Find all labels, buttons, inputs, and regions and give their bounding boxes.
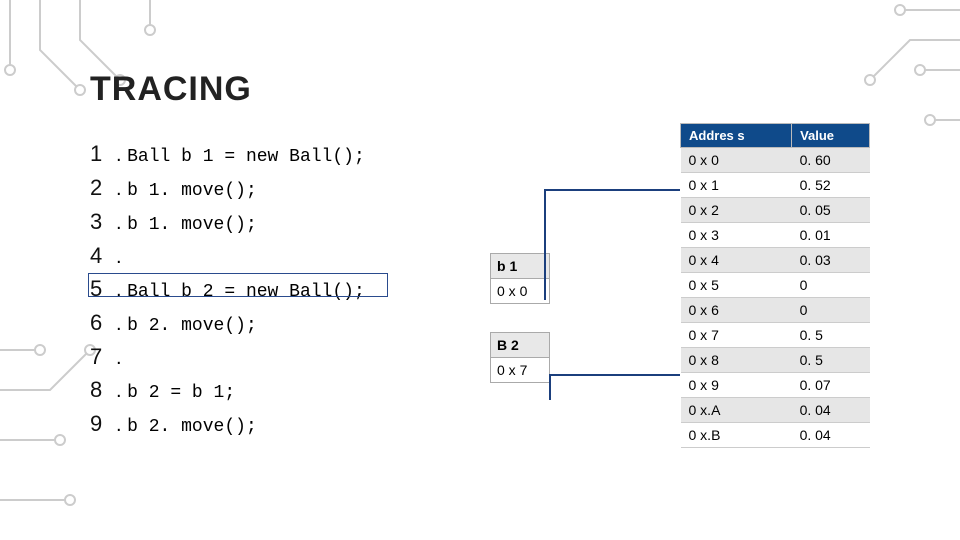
code-listing: 1. Ball b 1 = new Ball(); 2. b 1. move()… — [90, 137, 450, 441]
table-row: 0 x 70. 5 — [681, 323, 870, 348]
var-label: B 2 — [491, 333, 550, 358]
header-address: Addres s — [681, 124, 792, 148]
table-row: 0 x 40. 03 — [681, 248, 870, 273]
code-line: 2. b 1. move(); — [90, 171, 450, 205]
code-line: 9. b 2. move(); — [90, 407, 450, 441]
code-line: 3. b 1. move(); — [90, 205, 450, 239]
table-row: 0 x 50 — [681, 273, 870, 298]
table-header-row: Addres s Value — [681, 124, 870, 148]
code-line: 6. b 2. move(); — [90, 306, 450, 340]
table-row: 0 x 20. 05 — [681, 198, 870, 223]
header-value: Value — [792, 124, 870, 148]
code-line: 1. Ball b 1 = new Ball(); — [90, 137, 450, 171]
memory-table: Addres s Value 0 x 00. 60 0 x 10. 52 0 x… — [680, 123, 870, 448]
page-title: TRACING — [90, 70, 870, 109]
table-row: 0 x 10. 52 — [681, 173, 870, 198]
var-label: b 1 — [491, 254, 550, 279]
table-row: 0 x 30. 01 — [681, 223, 870, 248]
table-row: 0 x 60 — [681, 298, 870, 323]
variable-b2-box: B 2 0 x 7 — [490, 332, 550, 383]
var-value: 0 x 7 — [491, 358, 550, 383]
table-row: 0 x.A0. 04 — [681, 398, 870, 423]
table-row: 0 x.B0. 04 — [681, 423, 870, 448]
code-line: 8. b 2 = b 1; — [90, 373, 450, 407]
var-value: 0 x 0 — [491, 279, 550, 304]
code-line: 7. — [90, 340, 450, 373]
variable-b1-box: b 1 0 x 0 — [490, 253, 550, 304]
table-row: 0 x 90. 07 — [681, 373, 870, 398]
code-line-highlighted: 5. Ball b 2 = new Ball(); — [90, 272, 450, 306]
table-row: 0 x 00. 60 — [681, 148, 870, 173]
table-row: 0 x 80. 5 — [681, 348, 870, 373]
code-line: 4. — [90, 239, 450, 272]
